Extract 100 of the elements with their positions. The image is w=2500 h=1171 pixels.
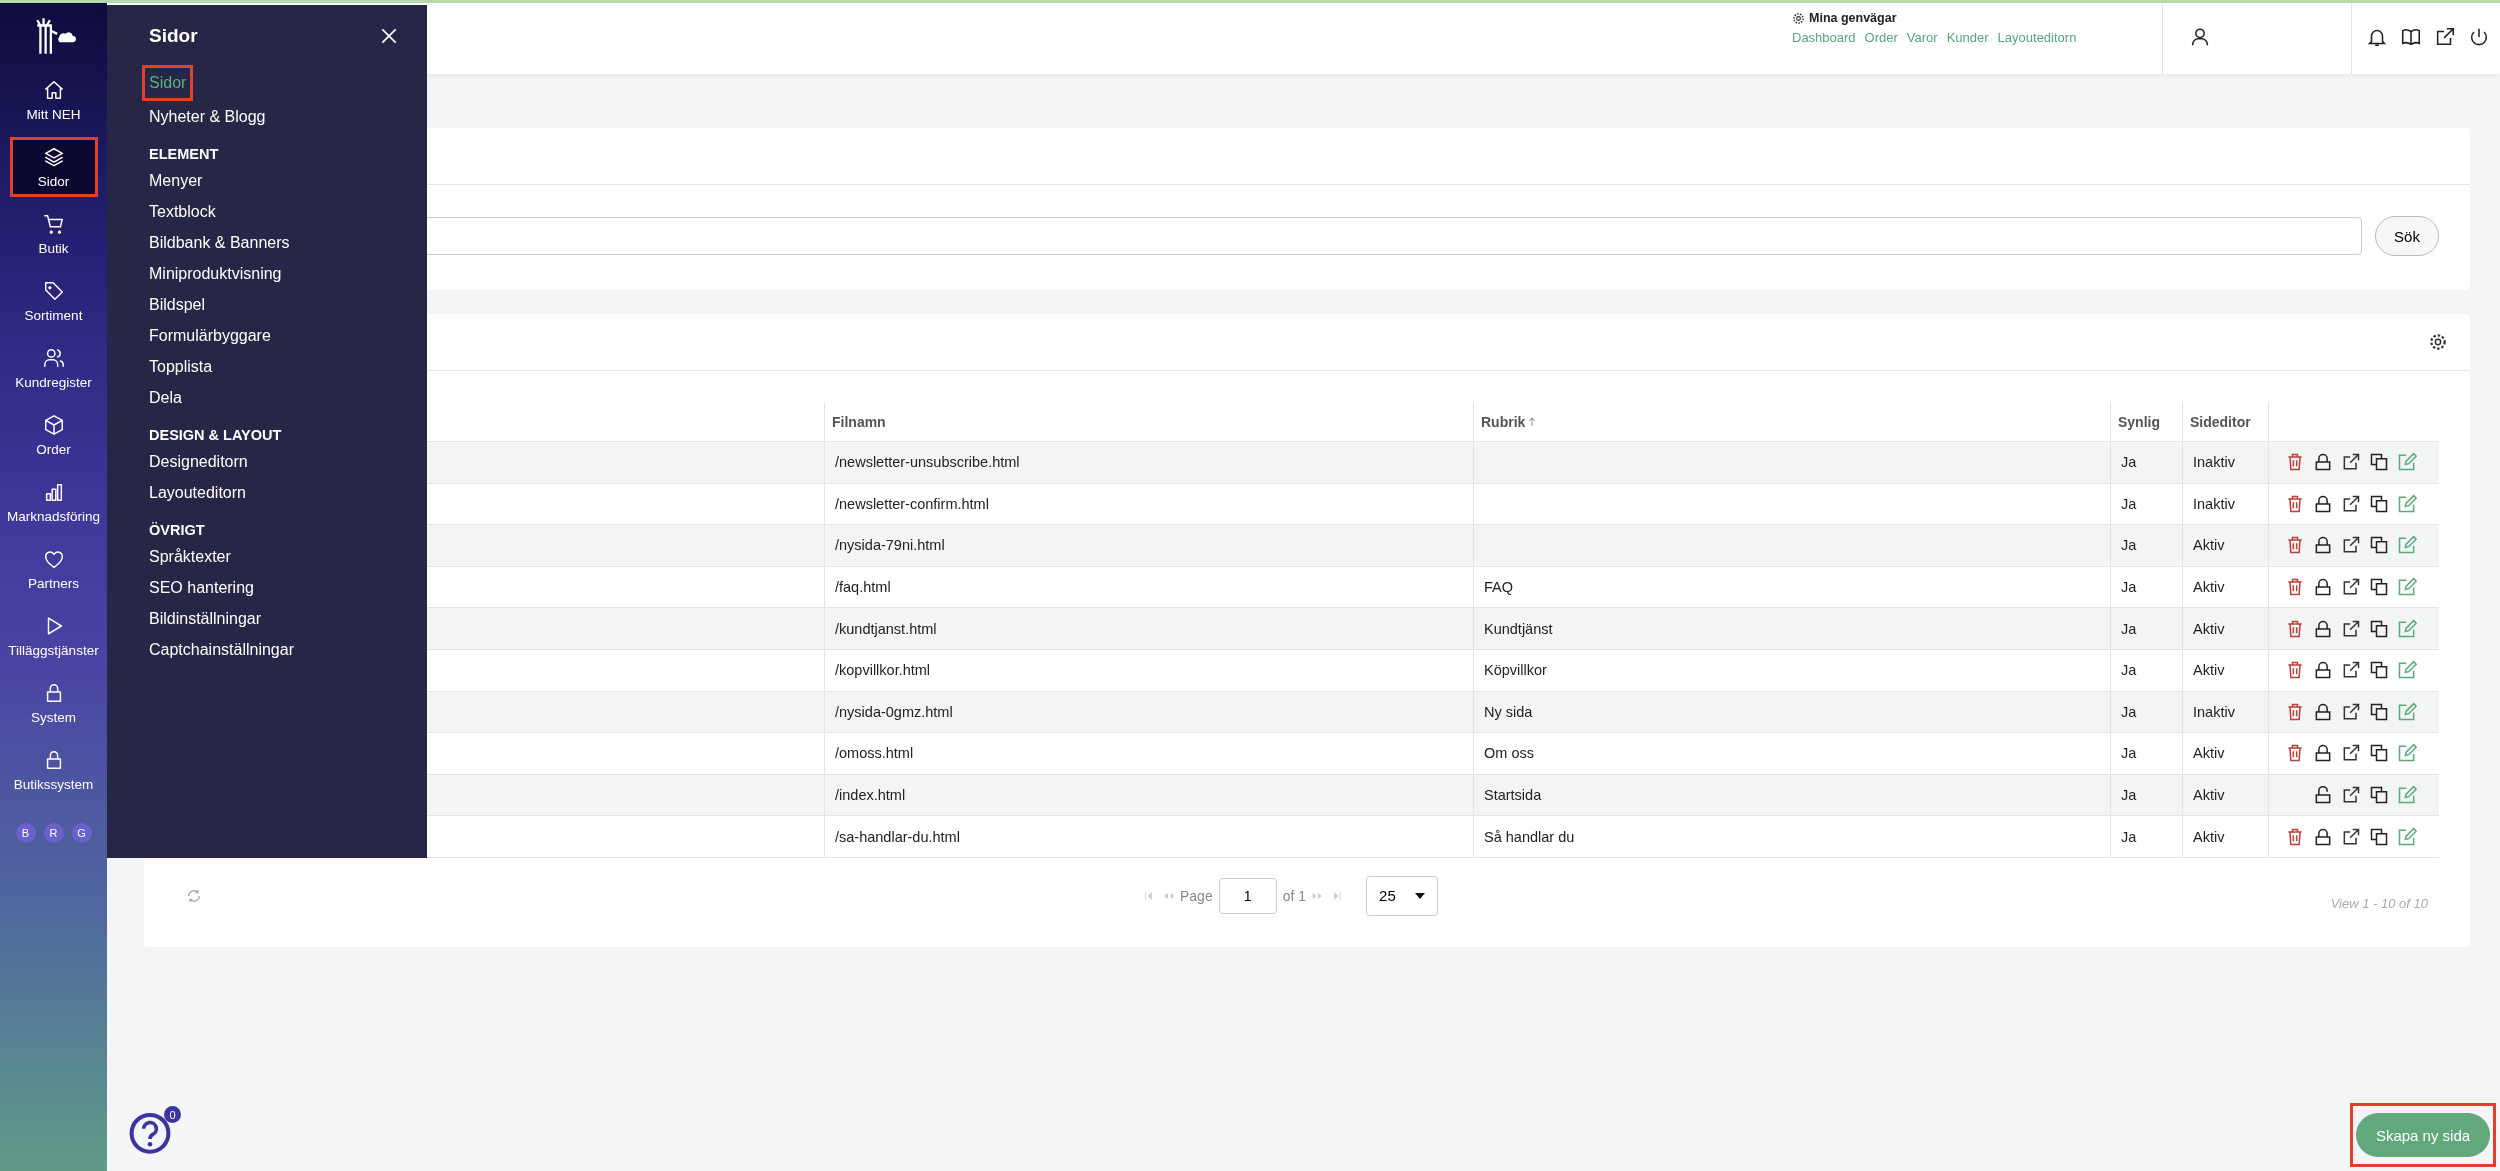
menu-item[interactable]: SEO hantering (149, 572, 254, 603)
copy-icon[interactable] (2369, 660, 2389, 681)
edit-icon[interactable] (2397, 701, 2417, 722)
copy-icon[interactable] (2369, 826, 2389, 847)
menu-item[interactable]: Textblock (149, 196, 216, 227)
lock-icon[interactable] (2313, 493, 2333, 514)
trash-icon[interactable] (2285, 577, 2305, 598)
table-cell: /nysida-79ni.html (824, 525, 1473, 566)
edit-icon[interactable] (2397, 618, 2417, 639)
column-header[interactable]: Filnamn (824, 402, 1473, 441)
table-cell: /index.html (824, 774, 1473, 816)
book-icon[interactable] (2400, 26, 2422, 48)
sidebar-item[interactable]: Sortiment (3, 271, 104, 331)
trash-icon[interactable] (2285, 618, 2305, 639)
page-summary: View 1 - 10 of 10 (2330, 894, 2428, 911)
menu-heading: ELEMENT (149, 145, 219, 164)
copy-icon[interactable] (2369, 535, 2389, 556)
menu-item[interactable]: Layouteditorn (149, 477, 246, 508)
external-link-icon[interactable] (2341, 701, 2361, 722)
table-cell: Aktiv (2182, 608, 2268, 649)
edit-icon[interactable] (2397, 535, 2417, 556)
lock-icon[interactable] (2313, 701, 2333, 722)
sidebar-item[interactable]: Mitt NEH (3, 70, 104, 130)
external-link-icon[interactable] (2434, 26, 2456, 48)
table-cell: Så handlar du (1484, 828, 1575, 845)
copy-icon[interactable] (2369, 452, 2389, 473)
menu-item[interactable]: Bildbank & Banners (149, 227, 290, 258)
user-icon[interactable] (2189, 26, 2211, 48)
table-cell: Aktiv (2182, 566, 2268, 608)
menu-item[interactable]: Miniproduktvisning (149, 258, 282, 289)
close-icon[interactable] (379, 26, 399, 46)
menu-item[interactable]: Nyheter & Blogg (149, 101, 266, 132)
edit-icon[interactable] (2397, 785, 2417, 806)
menu-item[interactable]: Menyer (149, 165, 203, 196)
menu-title: Sidor (149, 25, 198, 47)
sidebar-item[interactable]: Tilläggstjänster (3, 606, 104, 666)
power-icon[interactable] (2468, 26, 2490, 48)
search-button[interactable]: Sök (2375, 216, 2439, 256)
edit-icon[interactable] (2397, 493, 2417, 514)
settings-icon[interactable] (2428, 332, 2448, 352)
sidebar-item[interactable]: Butikssystem (3, 740, 104, 800)
table-cell: /nysida-0gmz.html (824, 691, 1473, 733)
trash-icon[interactable] (2285, 660, 2305, 681)
lock-icon[interactable] (2313, 535, 2333, 556)
sidebar-item[interactable]: Order (3, 405, 104, 465)
edit-icon[interactable] (2397, 826, 2417, 847)
external-link-icon[interactable] (2341, 826, 2361, 847)
sidebar-item[interactable]: System (3, 673, 104, 733)
copy-icon[interactable] (2369, 701, 2389, 722)
sidebar-item[interactable]: Marknadsföring (3, 472, 104, 532)
external-link-icon[interactable] (2341, 493, 2361, 514)
edit-icon[interactable] (2397, 577, 2417, 598)
copy-icon[interactable] (2369, 785, 2389, 806)
column-header[interactable]: Sideditor (2182, 402, 2268, 441)
trash-icon[interactable] (2285, 826, 2305, 847)
table-cell: Ja (2110, 649, 2182, 691)
page-size-dropdown[interactable]: 25 (1366, 875, 1439, 916)
lock-icon[interactable] (2313, 660, 2333, 681)
menu-item[interactable]: Bildinställningar (149, 603, 262, 634)
copy-icon[interactable] (2369, 577, 2389, 598)
copy-icon[interactable] (2369, 618, 2389, 639)
avatar[interactable]: B (15, 823, 36, 843)
edit-icon[interactable] (2397, 452, 2417, 473)
edit-icon[interactable] (2397, 743, 2417, 764)
page-field[interactable]: 1 (1218, 877, 1277, 914)
copy-icon[interactable] (2369, 493, 2389, 514)
lock-icon[interactable] (2313, 577, 2333, 598)
caret-icon (1415, 892, 1426, 899)
menu-item[interactable]: Topplista (149, 351, 213, 382)
menu-item[interactable]: Captchainställningar (149, 634, 294, 665)
menu-item[interactable]: Sidor (142, 65, 194, 101)
menu-item[interactable]: Designeditorn (149, 446, 248, 477)
sidebar-item[interactable]: Kundregister (3, 338, 104, 398)
trash-icon[interactable] (2285, 452, 2305, 473)
trash-icon[interactable] (2285, 535, 2305, 556)
menu-item[interactable]: Språktexter (149, 541, 231, 572)
lock-icon[interactable] (2313, 743, 2333, 764)
open-lock-icon[interactable] (2313, 785, 2333, 806)
column-header[interactable]: Synlig (2110, 402, 2182, 441)
sidebar-item[interactable]: Butik (3, 204, 104, 264)
sidebar-item[interactable]: Sidor (9, 137, 98, 197)
lock-icon[interactable] (2313, 452, 2333, 473)
lock-icon[interactable] (2313, 826, 2333, 847)
shortcuts-title: Mina genvägar (1809, 11, 1897, 25)
avatar[interactable]: R (43, 823, 64, 843)
menu-item[interactable]: Bildspel (149, 289, 206, 320)
lock-icon[interactable] (2313, 618, 2333, 639)
column-header[interactable]: Rubrik (1473, 402, 2110, 441)
menu-item[interactable]: Formulärbyggare (149, 320, 271, 351)
menu-item[interactable]: Dela (149, 382, 182, 413)
trash-icon[interactable] (2285, 493, 2305, 514)
trash-icon[interactable] (2285, 743, 2305, 764)
table-cell: Ja (2110, 691, 2182, 733)
trash-icon[interactable] (2285, 701, 2305, 722)
sidebar-item[interactable]: Partners (3, 539, 104, 599)
page-count: of 1 (1282, 887, 1307, 904)
external-link-icon[interactable] (2341, 618, 2361, 639)
avatar[interactable]: G (71, 823, 92, 843)
copy-icon[interactable] (2369, 743, 2389, 764)
edit-icon[interactable] (2397, 660, 2417, 681)
